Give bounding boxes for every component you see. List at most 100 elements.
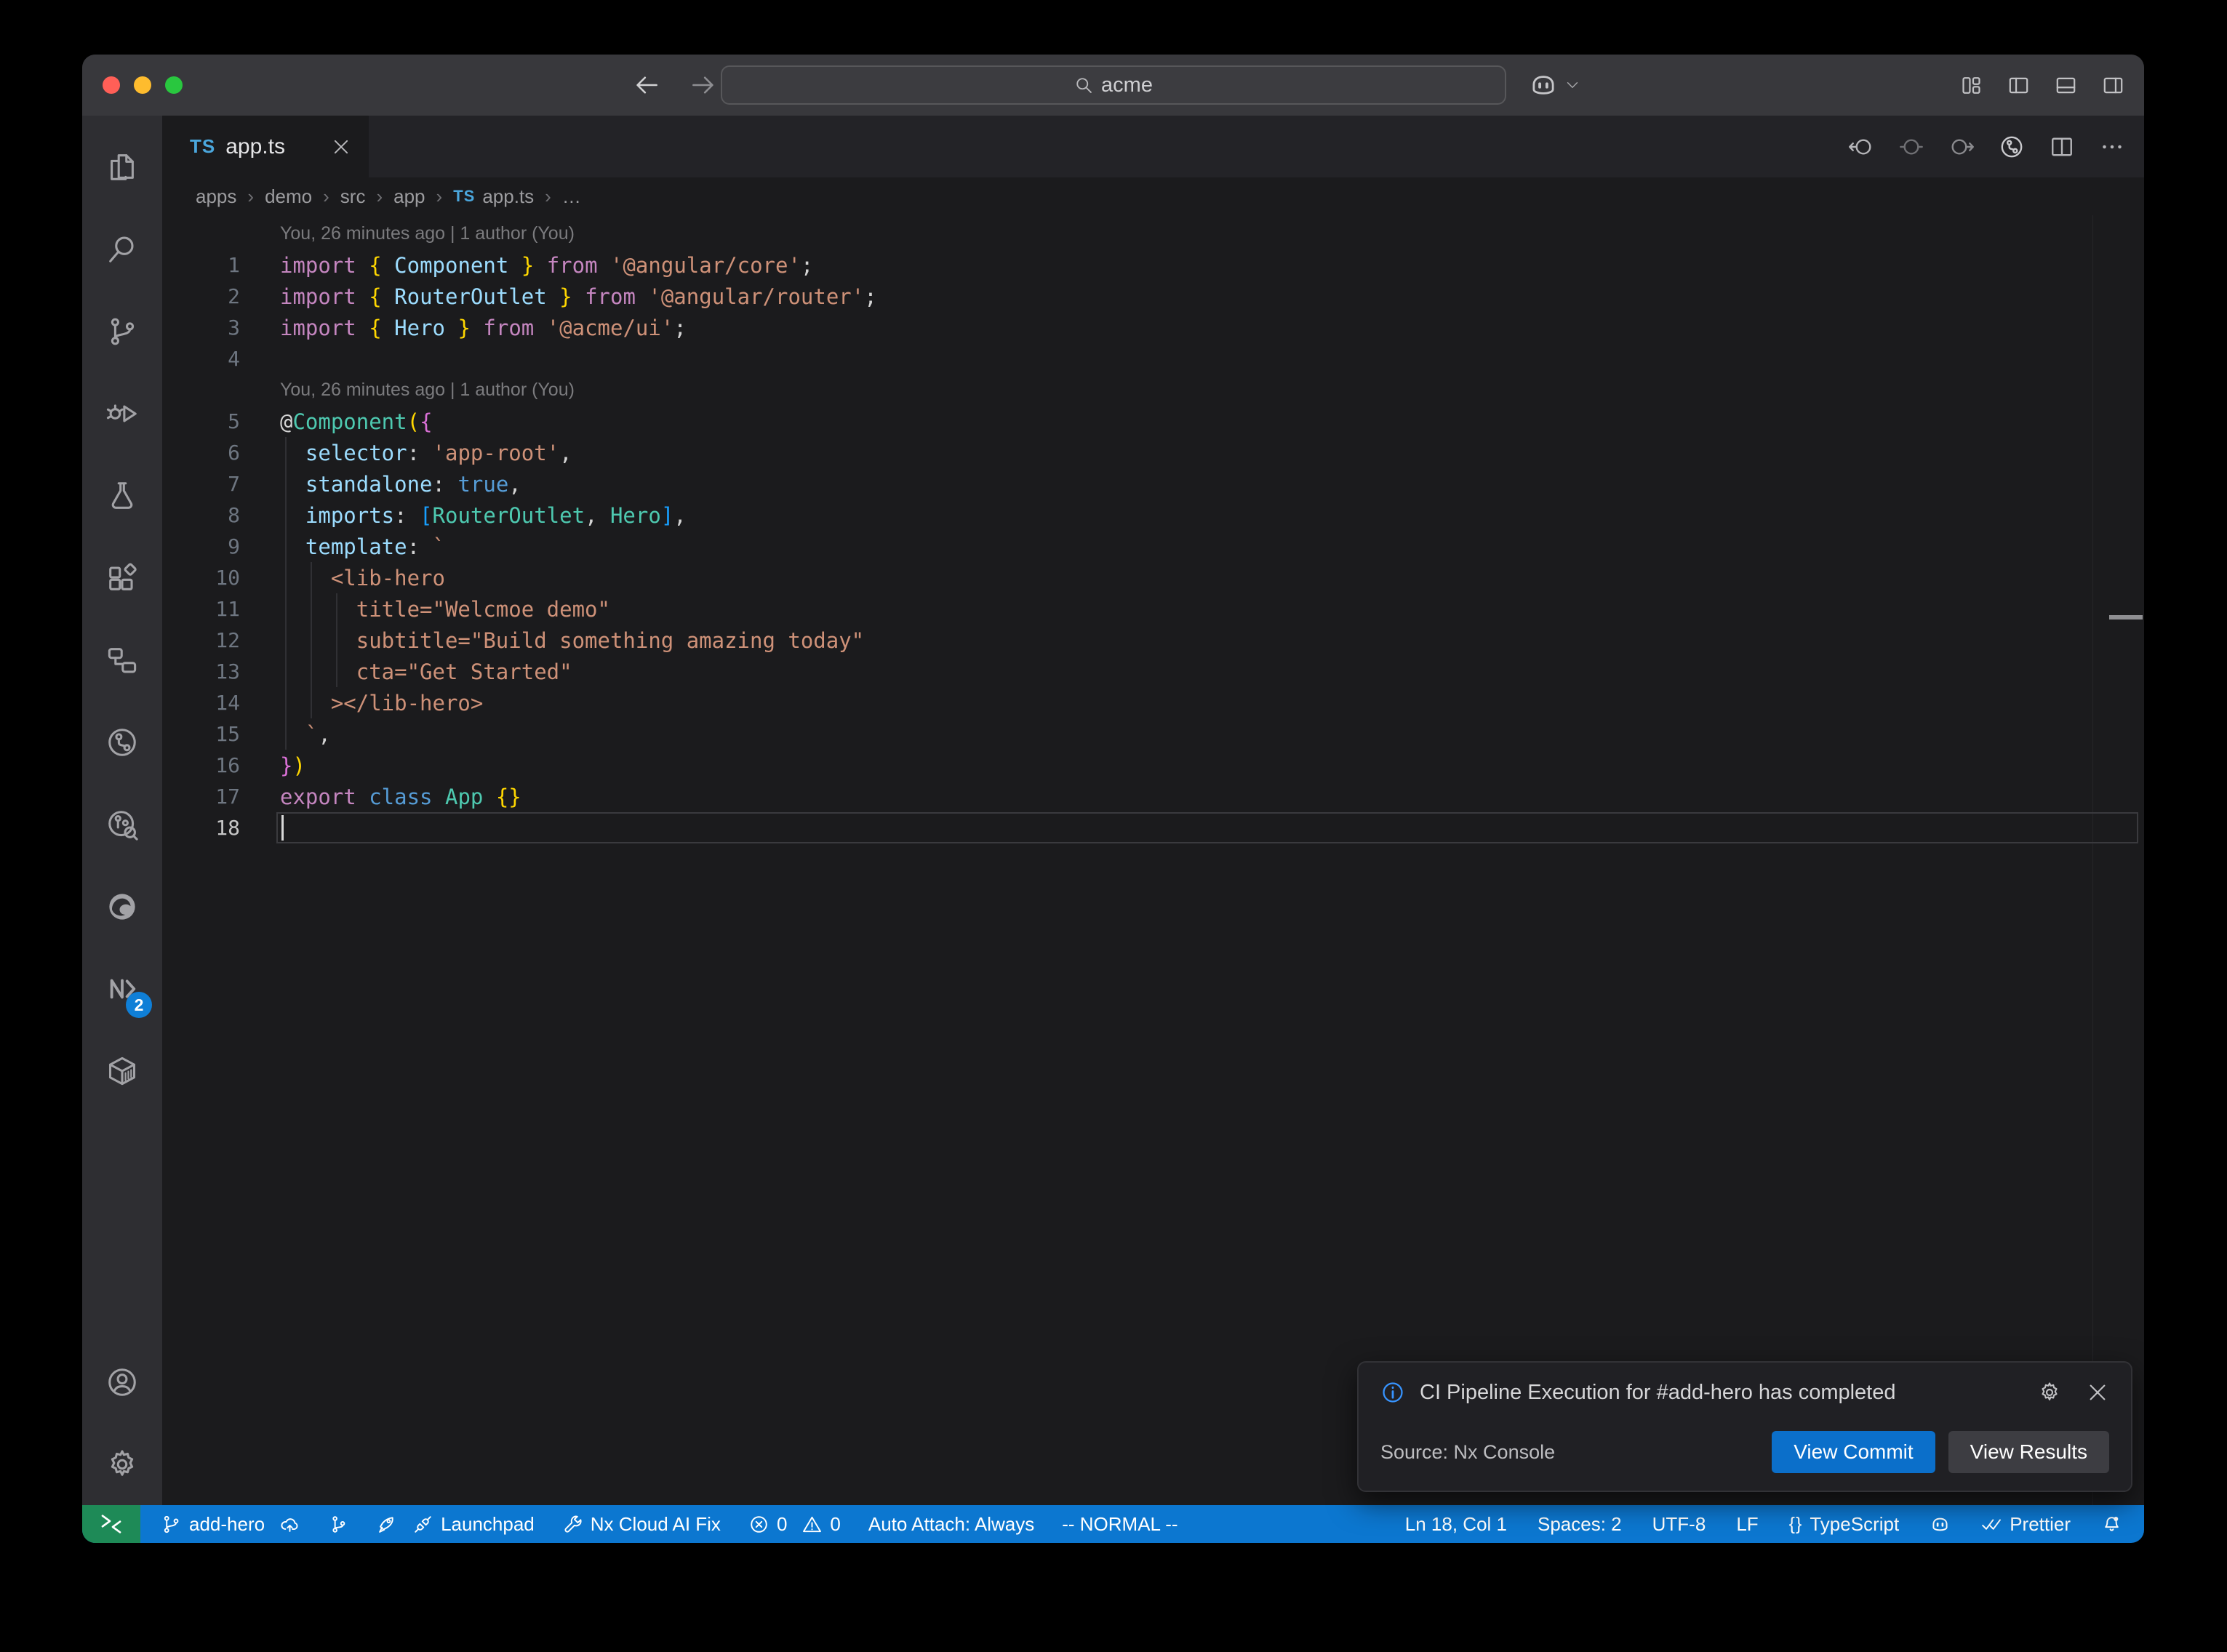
status-item-eol[interactable]: LF — [1736, 1513, 1758, 1536]
code-line: 12 subtitle="Build something amazing tod… — [162, 625, 2144, 656]
blame-row[interactable]: You, 26 minutes ago | 1 author (You) — [162, 218, 2144, 249]
status-item-compare-changes[interactable] — [328, 1514, 349, 1535]
sidebar-item-project-graph[interactable] — [82, 619, 162, 701]
zoom-window-button[interactable] — [165, 76, 183, 94]
breadcrumb-item-src[interactable]: src — [340, 185, 366, 208]
line-content: template: ` — [280, 531, 445, 562]
token — [280, 472, 305, 497]
breadcrumb-item-apps[interactable]: apps — [196, 185, 236, 208]
status-label: 0 — [777, 1513, 787, 1536]
token: , — [318, 722, 330, 747]
toggle-secondary-sidebar-button[interactable] — [2101, 73, 2125, 97]
toggle-sidebar-button[interactable] — [2007, 73, 2031, 97]
code-editor[interactable]: You, 26 minutes ago | 1 author (You)1imp… — [162, 215, 2144, 1505]
breadcrumb-item-demo[interactable]: demo — [265, 185, 312, 208]
history-forward-button[interactable] — [689, 71, 716, 99]
notification-settings-icon[interactable] — [2038, 1381, 2061, 1404]
close-window-button[interactable] — [103, 76, 120, 94]
line-number: 17 — [162, 785, 240, 809]
toggle-panel-button[interactable] — [2054, 73, 2078, 97]
token: : — [433, 472, 458, 497]
sidebar-item-testing[interactable] — [82, 454, 162, 537]
code-line: 6 selector: 'app-root', — [162, 437, 2144, 468]
token: export — [280, 785, 369, 809]
token: } — [559, 284, 572, 309]
search-value: acme — [1101, 73, 1153, 97]
token — [382, 253, 394, 278]
token: , — [585, 503, 610, 528]
close-tab-icon[interactable] — [331, 137, 351, 157]
sidebar-item-containers[interactable] — [82, 1030, 162, 1112]
tab-app-ts[interactable]: TS app.ts — [162, 116, 369, 177]
view-results-button[interactable]: View Results — [1948, 1431, 2109, 1473]
status-item-indentation[interactable]: Spaces: 2 — [1538, 1513, 1622, 1536]
split-editor-button[interactable] — [2049, 134, 2075, 160]
gitlens-graph-button[interactable] — [1999, 134, 2025, 160]
token: { — [420, 409, 432, 434]
more-actions-button[interactable] — [2099, 134, 2125, 160]
token: } — [457, 316, 470, 340]
line-content: subtitle="Build something amazing today" — [280, 625, 864, 656]
nav-forward-button[interactable] — [1948, 134, 1975, 160]
token — [280, 503, 305, 528]
token: class — [369, 785, 445, 809]
nav-back-button[interactable] — [1848, 134, 1874, 160]
view-commit-button[interactable]: View Commit — [1772, 1431, 1935, 1473]
status-item-cursor-position[interactable]: Ln 18, Col 1 — [1405, 1513, 1507, 1536]
status-item-vim-mode[interactable]: -- NORMAL -- — [1062, 1513, 1178, 1536]
breadcrumb-item-file[interactable]: TSapp.ts — [453, 185, 534, 208]
blame-row[interactable]: You, 26 minutes ago | 1 author (You) — [162, 374, 2144, 406]
sidebar-item-gitlens[interactable] — [82, 701, 162, 783]
status-item-problems[interactable]: 00 — [748, 1513, 841, 1536]
status-item-formatter[interactable]: Prettier — [1981, 1513, 2071, 1536]
status-item-nx-cloud-ai-fix[interactable]: Nx Cloud AI Fix — [562, 1513, 721, 1536]
sidebar-item-source-control[interactable] — [82, 290, 162, 372]
minimize-window-button[interactable] — [134, 76, 151, 94]
sidebar-item-account[interactable] — [82, 1341, 162, 1423]
status-item-language-mode[interactable]: {}TypeScript — [1789, 1513, 1900, 1536]
copilot-menu[interactable] — [1528, 70, 1580, 100]
status-item-encoding[interactable]: UTF-8 — [1652, 1513, 1706, 1536]
line-number: 10 — [162, 566, 240, 590]
sidebar-item-run-debug[interactable] — [82, 372, 162, 454]
customize-layout-button[interactable] — [1959, 73, 1983, 97]
remote-indicator[interactable] — [82, 1505, 140, 1543]
status-label: add-hero — [189, 1513, 265, 1536]
sidebar-item-edge-browser[interactable] — [82, 865, 162, 947]
token — [572, 284, 585, 309]
testing-icon — [105, 479, 139, 513]
sidebar-item-extensions[interactable] — [82, 537, 162, 619]
token: : — [407, 534, 433, 559]
nav-current-button[interactable] — [1898, 134, 1924, 160]
code-line: 5@Component({ — [162, 406, 2144, 437]
token: } — [521, 253, 534, 278]
code-line: 13 cta="Get Started" — [162, 656, 2144, 687]
status-label: TypeScript — [1810, 1513, 1899, 1536]
notification-close-icon[interactable] — [2086, 1381, 2109, 1404]
project-graph-icon — [105, 643, 139, 677]
containers-icon — [105, 1054, 139, 1088]
sidebar-item-explorer[interactable] — [82, 126, 162, 208]
token — [534, 253, 546, 278]
sidebar-item-commit-graph-search[interactable] — [82, 783, 162, 865]
breadcrumb-item-symbol[interactable]: … — [562, 185, 581, 208]
token — [445, 316, 457, 340]
sidebar-item-search[interactable] — [82, 208, 162, 290]
breadcrumb-item-app[interactable]: app — [393, 185, 425, 208]
status-item-branch[interactable]: add-hero — [161, 1513, 300, 1536]
line-content: export class App {} — [280, 781, 521, 812]
account-icon — [105, 1366, 139, 1399]
status-item-auto-attach[interactable]: Auto Attach: Always — [868, 1513, 1034, 1536]
status-item-copilot-status[interactable] — [1930, 1514, 1951, 1535]
token: from — [547, 253, 610, 278]
history-back-button[interactable] — [633, 71, 661, 99]
sidebar-item-settings[interactable] — [82, 1423, 162, 1505]
status-item-notifications-bell[interactable] — [2101, 1514, 2122, 1535]
tab-label: app.ts — [225, 135, 285, 159]
notification-source: Source: Nx Console — [1380, 1441, 1555, 1464]
line-number: 18 — [162, 816, 240, 840]
chevron-down-icon — [1564, 77, 1580, 93]
status-item-launchpad[interactable]: Launchpad — [377, 1513, 535, 1536]
sidebar-item-nx-console[interactable]: 2 — [82, 947, 162, 1030]
command-center-search[interactable]: acme — [721, 65, 1506, 105]
